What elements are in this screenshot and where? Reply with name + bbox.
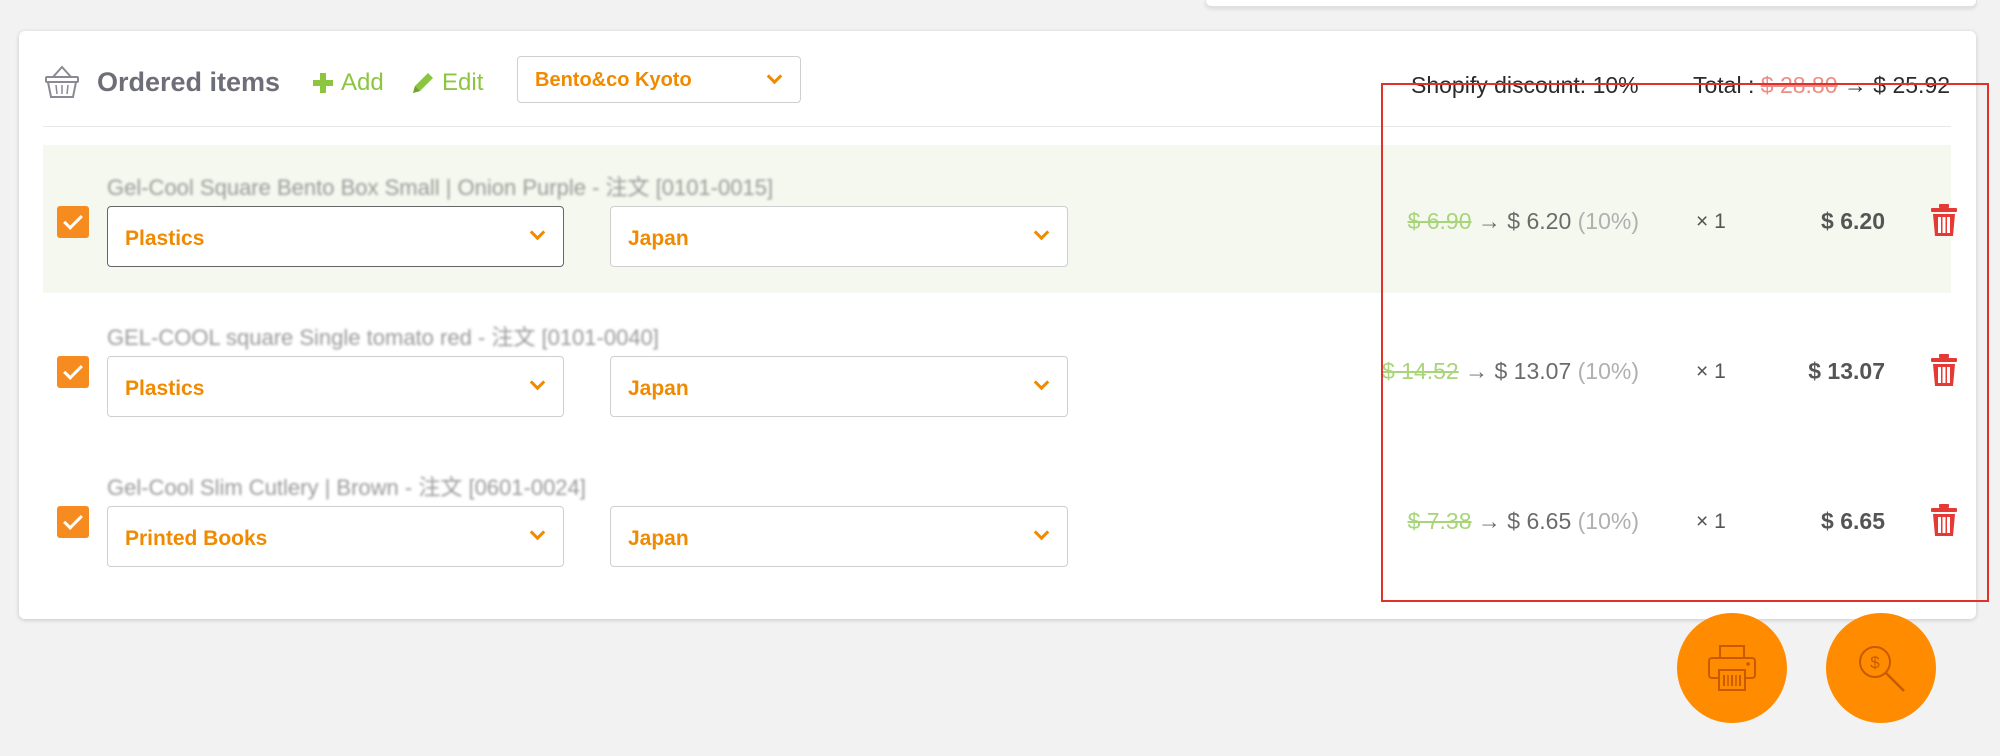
category-value: Plastics xyxy=(125,227,205,250)
dollar-search-icon: $ xyxy=(1859,646,1905,692)
chevron-down-icon xyxy=(1033,224,1050,241)
print-button[interactable] xyxy=(1677,613,1787,723)
edit-label: Edit xyxy=(442,69,484,96)
chevron-down-icon xyxy=(766,68,783,85)
ordered-items-card: Ordered items Add Edit Bento&co Kyoto Sh… xyxy=(19,31,1989,619)
category-select[interactable]: Printed Books xyxy=(107,506,564,567)
item-checkbox[interactable] xyxy=(57,206,89,238)
category-select[interactable]: Plastics xyxy=(107,356,564,417)
shop-select-value: Bento&co Kyoto xyxy=(535,69,692,91)
item-name: Gel-Cool Square Bento Box Small | Onion … xyxy=(107,175,774,200)
country-value: Japan xyxy=(628,227,689,250)
svg-text:$: $ xyxy=(1870,653,1880,672)
plus-icon xyxy=(313,73,333,93)
basket-icon xyxy=(45,65,79,98)
highlight-annotation-box xyxy=(1381,83,1989,602)
add-button[interactable]: Add xyxy=(311,69,384,97)
chevron-down-icon xyxy=(1033,374,1050,391)
top-panel xyxy=(1205,0,1977,7)
category-value: Printed Books xyxy=(125,527,268,550)
country-value: Japan xyxy=(628,377,689,400)
item-name: Gel-Cool Slim Cutlery | Brown - 注文 [0601… xyxy=(107,475,586,500)
item-checkbox[interactable] xyxy=(57,506,89,538)
country-select[interactable]: Japan xyxy=(610,506,1068,567)
category-select[interactable]: Plastics xyxy=(107,206,564,267)
item-name: GEL-COOL square Single tomato red - 注文 [… xyxy=(107,325,659,350)
printer-icon xyxy=(1708,645,1756,691)
page-title: Ordered items xyxy=(97,67,281,97)
country-value: Japan xyxy=(628,527,689,550)
shop-select[interactable]: Bento&co Kyoto xyxy=(517,56,801,103)
country-select[interactable]: Japan xyxy=(610,206,1068,267)
chevron-down-icon xyxy=(529,224,546,241)
chevron-down-icon xyxy=(529,524,546,541)
chevron-down-icon xyxy=(1033,524,1050,541)
pencil-icon xyxy=(413,73,433,93)
add-label: Add xyxy=(341,69,384,96)
edit-button[interactable]: Edit xyxy=(410,69,483,97)
price-search-button[interactable]: $ xyxy=(1826,613,1936,723)
country-select[interactable]: Japan xyxy=(610,356,1068,417)
chevron-down-icon xyxy=(529,374,546,391)
category-value: Plastics xyxy=(125,377,205,400)
item-checkbox[interactable] xyxy=(57,356,89,388)
